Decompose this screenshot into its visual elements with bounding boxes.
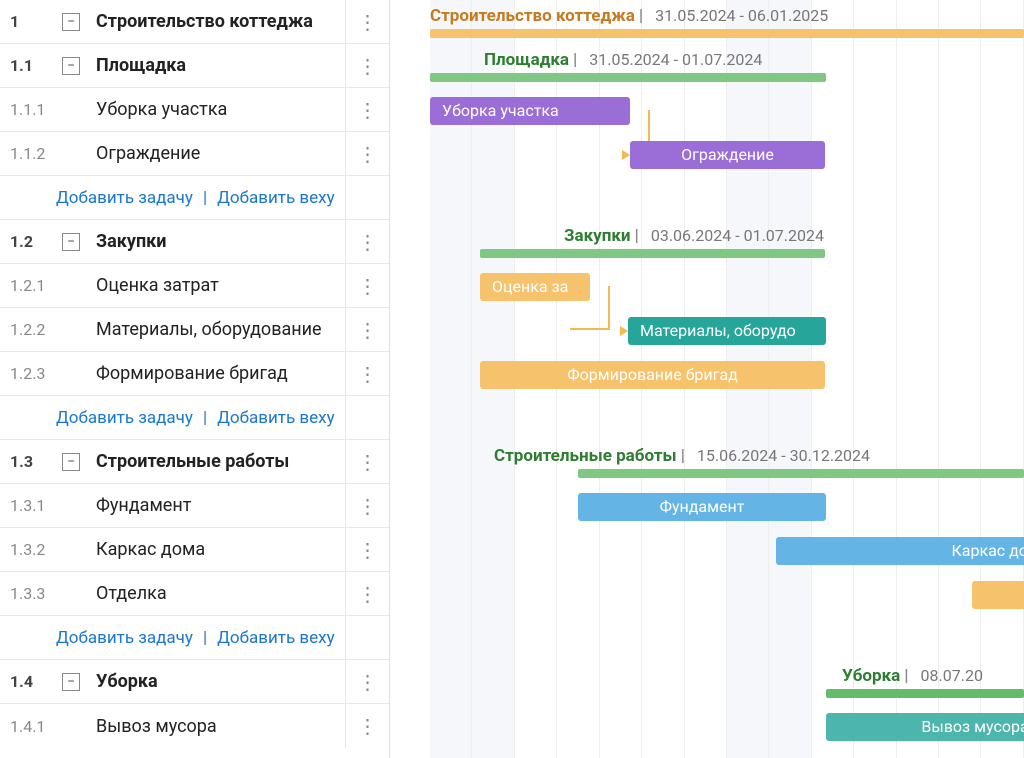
task-row[interactable]: 1.2.2 Материалы, оборудование ⋮ <box>0 308 389 352</box>
collapse-icon[interactable]: − <box>62 13 80 31</box>
task-name[interactable]: Материалы, оборудование <box>96 319 345 340</box>
task-row[interactable]: 1.3.2 Каркас дома ⋮ <box>0 528 389 572</box>
task-row[interactable]: 1.2.3 Формирование бригад ⋮ <box>0 352 389 396</box>
gantt-task-bar[interactable] <box>972 581 1024 609</box>
task-name[interactable]: Вывоз мусора <box>96 716 345 737</box>
task-name[interactable]: Уборка <box>96 671 345 692</box>
wbs-number: 1.2.1 <box>10 276 62 295</box>
collapse-icon[interactable]: − <box>62 57 80 75</box>
wbs-number: 1.1 <box>10 56 62 75</box>
task-name[interactable]: Ограждение <box>96 143 345 164</box>
task-name[interactable]: Фундамент <box>96 495 345 516</box>
more-icon[interactable]: ⋮ <box>358 106 378 114</box>
more-icon[interactable]: ⋮ <box>358 458 378 466</box>
task-row-group[interactable]: 1.3 − Строительные работы ⋮ <box>0 440 389 484</box>
wbs-number: 1.2.3 <box>10 364 62 383</box>
gantt-summary-label: Строительные работы|15.06.2024 - 30.12.2… <box>494 446 870 466</box>
wbs-number: 1.3.1 <box>10 496 62 515</box>
collapse-icon[interactable]: − <box>62 453 80 471</box>
task-name[interactable]: Строительство коттеджа <box>96 11 345 32</box>
gantt-summary-bar[interactable] <box>480 249 825 258</box>
task-row-project[interactable]: 1 − Строительство коттеджа ⋮ <box>0 0 389 44</box>
gantt-task-bar[interactable]: Ограждение <box>630 141 825 169</box>
task-row[interactable]: 1.3.1 Фундамент ⋮ <box>0 484 389 528</box>
task-row[interactable]: 1.2.1 Оценка затрат ⋮ <box>0 264 389 308</box>
task-name[interactable]: Строительные работы <box>96 451 345 472</box>
add-milestone-link[interactable]: Добавить веху <box>217 188 335 208</box>
gantt-task-bar[interactable]: Фундамент <box>578 493 826 521</box>
more-icon[interactable]: ⋮ <box>358 678 378 686</box>
task-row[interactable]: 1.1.2 Ограждение ⋮ <box>0 132 389 176</box>
add-task-link[interactable]: Добавить задачу <box>56 628 193 648</box>
gantt-summary-label: Уборка|08.07.20 <box>842 666 983 686</box>
task-row-group[interactable]: 1.2 − Закупки ⋮ <box>0 220 389 264</box>
gantt-chart[interactable]: Строительство коттеджа|31.05.2024 - 06.0… <box>430 0 1024 758</box>
more-icon[interactable]: ⋮ <box>358 282 378 290</box>
add-row: Добавить задачу | Добавить веху <box>0 176 389 220</box>
wbs-number: 1.3 <box>10 452 62 471</box>
task-name[interactable]: Каркас дома <box>96 539 345 560</box>
gantt-task-bar[interactable]: Материалы, оборудо <box>628 317 826 345</box>
task-row[interactable]: 1.1.1 Уборка участка ⋮ <box>0 88 389 132</box>
collapse-icon[interactable]: − <box>62 233 80 251</box>
more-icon[interactable]: ⋮ <box>358 722 378 730</box>
task-name[interactable]: Отделка <box>96 583 345 604</box>
add-task-link[interactable]: Добавить задачу <box>56 188 193 208</box>
task-row[interactable]: 1.4.1 Вывоз мусора ⋮ <box>0 704 389 748</box>
column-resize-handle[interactable] <box>390 0 430 758</box>
more-icon[interactable]: ⋮ <box>358 18 378 26</box>
more-icon[interactable]: ⋮ <box>358 62 378 70</box>
more-icon[interactable]: ⋮ <box>358 502 378 510</box>
gantt-summary-label: Строительство коттеджа|31.05.2024 - 06.0… <box>430 6 828 26</box>
more-icon[interactable]: ⋮ <box>358 238 378 246</box>
wbs-number: 1.2.2 <box>10 320 62 339</box>
gantt-task-bar[interactable]: Вывоз мусора <box>826 713 1024 741</box>
task-row[interactable]: 1.3.3 Отделка ⋮ <box>0 572 389 616</box>
gantt-summary-bar[interactable] <box>826 689 1024 698</box>
more-icon[interactable]: ⋮ <box>358 326 378 334</box>
wbs-number: 1 <box>10 12 62 31</box>
task-name[interactable]: Уборка участка <box>96 99 345 120</box>
task-name[interactable]: Закупки <box>96 231 345 252</box>
add-row: Добавить задачу | Добавить веху <box>0 616 389 660</box>
more-icon[interactable]: ⋮ <box>358 370 378 378</box>
gantt-summary-label: Закупки|03.06.2024 - 01.07.2024 <box>564 226 824 246</box>
add-milestone-link[interactable]: Добавить веху <box>217 628 335 648</box>
task-row-group[interactable]: 1.1 − Площадка ⋮ <box>0 44 389 88</box>
wbs-number: 1.1.2 <box>10 144 62 163</box>
collapse-icon[interactable]: − <box>62 673 80 691</box>
gantt-task-bar[interactable]: Каркас дома <box>776 537 1024 565</box>
more-icon[interactable]: ⋮ <box>358 590 378 598</box>
wbs-number: 1.4 <box>10 672 62 691</box>
task-name[interactable]: Формирование бригад <box>96 363 345 384</box>
task-list-panel: 1 − Строительство коттеджа ⋮ 1.1 − Площа… <box>0 0 390 758</box>
more-icon[interactable]: ⋮ <box>358 546 378 554</box>
gantt-summary-bar[interactable] <box>578 469 1024 478</box>
more-icon[interactable]: ⋮ <box>358 150 378 158</box>
wbs-number: 1.4.1 <box>10 717 62 736</box>
gantt-summary-bar[interactable] <box>430 29 1024 38</box>
add-row: Добавить задачу | Добавить веху <box>0 396 389 440</box>
add-task-link[interactable]: Добавить задачу <box>56 408 193 428</box>
wbs-number: 1.2 <box>10 232 62 251</box>
gantt-summary-bar[interactable] <box>430 73 826 82</box>
gantt-task-bar[interactable]: Уборка участка <box>430 97 630 125</box>
gantt-task-bar[interactable]: Формирование бригад <box>480 361 825 389</box>
wbs-number: 1.3.3 <box>10 584 62 603</box>
add-milestone-link[interactable]: Добавить веху <box>217 408 335 428</box>
task-name[interactable]: Оценка затрат <box>96 275 345 296</box>
task-row-group[interactable]: 1.4 − Уборка ⋮ <box>0 660 389 704</box>
gantt-summary-label: Площадка|31.05.2024 - 01.07.2024 <box>484 50 762 70</box>
wbs-number: 1.3.2 <box>10 540 62 559</box>
task-name[interactable]: Площадка <box>96 55 345 76</box>
gantt-task-bar[interactable]: Оценка за <box>480 273 590 301</box>
wbs-number: 1.1.1 <box>10 100 62 119</box>
